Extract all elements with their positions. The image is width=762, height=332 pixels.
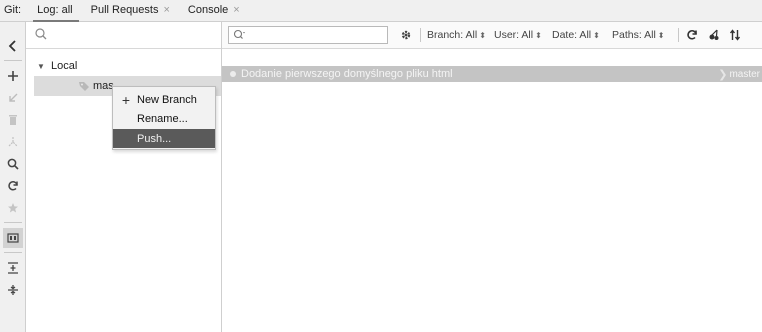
filter-paths-label: Paths: All <box>612 29 656 41</box>
menu-item-rename[interactable]: Rename... <box>113 109 215 128</box>
commit-message: Dodanie pierwszego domyślnego pliku html <box>241 68 453 80</box>
tree-node-label: Local <box>51 60 78 72</box>
branches-panel: ▼ Local mas + New Branch Rename... Push.… <box>26 22 222 332</box>
menu-item-new-branch[interactable]: + New Branch <box>113 90 215 109</box>
tool-window-tabbar: Git: Log: all Pull Requests × Console × <box>0 0 762 22</box>
star-icon[interactable] <box>3 198 23 218</box>
search-icon <box>34 27 48 41</box>
filter-user-label: User: All <box>494 29 534 41</box>
log-toolbar: Branch: All ⬍ User: All ⬍ Date: All ⬍ Paths… <box>222 22 762 49</box>
commit-ref-label: master <box>729 68 760 80</box>
checkout-arrow-icon[interactable] <box>3 88 23 108</box>
trash-icon[interactable] <box>3 110 23 130</box>
plus-icon: + <box>121 91 131 108</box>
commit-dot-icon <box>230 71 236 77</box>
updown-arrow-icon: ⬍ <box>593 31 600 40</box>
refresh-icon[interactable] <box>684 27 700 43</box>
close-icon[interactable]: × <box>163 4 169 16</box>
filter-branch-label: Branch: All <box>427 29 478 41</box>
tab-label: Console <box>187 4 229 16</box>
tab-label: Pull Requests <box>90 4 159 16</box>
filter-date[interactable]: Date: All ⬍ <box>552 29 600 41</box>
close-icon[interactable]: × <box>233 4 239 16</box>
filter-paths[interactable]: Paths: All ⬍ <box>612 29 664 41</box>
tab-console[interactable]: Console × <box>180 4 250 21</box>
expand-all-icon[interactable] <box>3 258 23 278</box>
menu-item-label: Push... <box>137 132 172 145</box>
updown-arrow-icon: ⬍ <box>479 31 486 40</box>
sort-arrows-icon[interactable] <box>727 27 743 43</box>
collapse-all-icon[interactable] <box>3 280 23 300</box>
search-options-icon[interactable] <box>233 29 247 41</box>
menu-item-label: New Branch <box>137 93 197 106</box>
search-icon[interactable] <box>3 154 23 174</box>
tree-node-local[interactable]: ▼ Local <box>26 58 221 74</box>
branch-label: mas <box>93 80 114 92</box>
log-search-input[interactable] <box>228 26 388 44</box>
branch-tag-icon <box>78 80 90 92</box>
commit-ref: ❯ master <box>718 66 760 82</box>
branch-context-menu: + New Branch Rename... Push... <box>112 86 216 150</box>
tab-pull-requests[interactable]: Pull Requests × <box>83 4 180 21</box>
branch-list-icon[interactable] <box>3 228 23 248</box>
filter-date-label: Date: All <box>552 29 592 41</box>
merge-arrows-icon[interactable] <box>3 132 23 152</box>
log-panel: Branch: All ⬍ User: All ⬍ Date: All ⬍ Paths… <box>222 22 762 332</box>
branch-search-input[interactable] <box>26 22 221 49</box>
left-toolbar <box>0 22 26 332</box>
filter-branch[interactable]: Branch: All ⬍ <box>427 29 486 41</box>
expand-triangle-icon[interactable]: ▼ <box>37 62 47 71</box>
settings-gear-icon[interactable] <box>398 27 414 43</box>
updown-arrow-icon: ⬍ <box>657 31 665 40</box>
commit-row[interactable]: Dodanie pierwszego domyślnego pliku html… <box>222 66 762 82</box>
filter-user[interactable]: User: All ⬍ <box>494 29 542 41</box>
git-tool-label: Git: <box>4 4 22 16</box>
cherry-pick-icon[interactable] <box>706 27 722 43</box>
branch-ref-icon: ❯ <box>718 68 728 81</box>
tab-label: Log: all <box>37 4 73 16</box>
back-arrow-icon[interactable] <box>3 36 23 56</box>
tab-log-all[interactable]: Log: all <box>29 4 82 22</box>
updown-arrow-icon: ⬍ <box>535 31 542 40</box>
menu-item-label: Rename... <box>137 112 188 125</box>
plus-icon[interactable] <box>3 66 23 86</box>
menu-item-push[interactable]: Push... <box>113 129 215 148</box>
refresh-icon[interactable] <box>3 176 23 196</box>
